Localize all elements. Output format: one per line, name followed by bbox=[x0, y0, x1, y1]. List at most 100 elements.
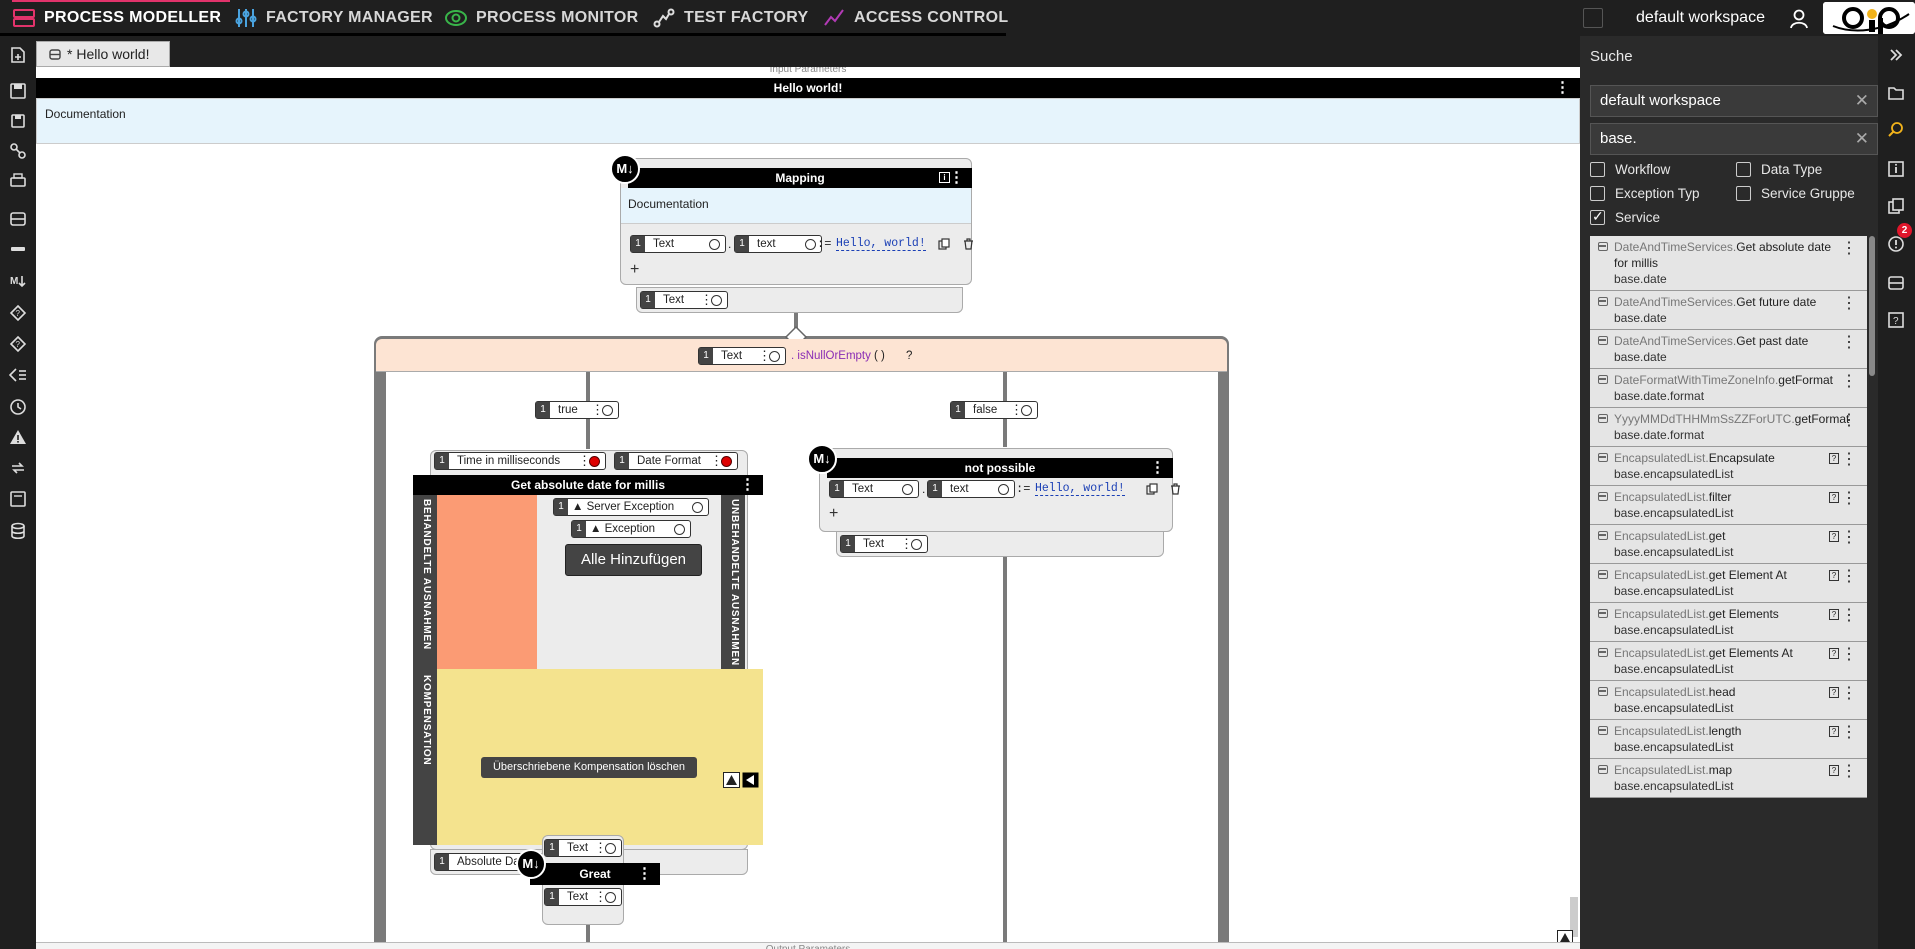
condition-expression[interactable]: . isNullOrEmpty bbox=[791, 350, 871, 362]
result-menu-icon[interactable]: ⋮ bbox=[1841, 647, 1857, 663]
add-assignment-button[interactable]: + bbox=[630, 261, 639, 279]
branch-circle-icon[interactable] bbox=[1021, 404, 1032, 416]
search-result-item[interactable]: EncapsulatedList.map base.encapsulatedLis… bbox=[1590, 759, 1867, 798]
result-menu-icon[interactable]: ⋮ bbox=[1841, 374, 1857, 390]
delete-icon[interactable] bbox=[963, 238, 974, 250]
result-menu-icon[interactable]: ⋮ bbox=[1841, 452, 1857, 468]
search-result-item[interactable]: EncapsulatedList.get base.encapsulatedLis… bbox=[1590, 525, 1867, 564]
search-result-item[interactable]: EncapsulatedList.length base.encapsulated… bbox=[1590, 720, 1867, 759]
var-constant-icon[interactable] bbox=[674, 523, 685, 535]
exception-server[interactable]: 1 ▲ Server Exception bbox=[553, 498, 709, 516]
documentation-icon[interactable]: ? bbox=[1829, 648, 1839, 659]
workspace-name[interactable]: default workspace bbox=[1628, 0, 1773, 36]
tab-process-monitor[interactable]: PROCESS MONITOR bbox=[444, 0, 638, 36]
sidebar-toggle-icon[interactable] bbox=[1583, 8, 1603, 28]
var-menu-icon[interactable]: ⋮ bbox=[594, 890, 607, 904]
exception-icon[interactable] bbox=[7, 426, 29, 448]
checkbox[interactable] bbox=[1736, 186, 1751, 201]
var-constant-icon[interactable] bbox=[769, 350, 780, 362]
filter-exception-type[interactable]: Exception Typ bbox=[1590, 186, 1700, 201]
search-result-item[interactable]: YyyyMMDdTHHMmSsZZForUTC.getFormat base.da… bbox=[1590, 408, 1867, 447]
workflow-canvas[interactable]: Input Parameters Hello world! ⋮ Document… bbox=[36, 67, 1580, 949]
var-constant-icon[interactable] bbox=[709, 238, 720, 250]
collapse-panel-icon[interactable] bbox=[1887, 46, 1907, 66]
user-icon[interactable] bbox=[1788, 8, 1810, 30]
result-menu-icon[interactable]: ⋮ bbox=[1841, 764, 1857, 780]
collapse-icon[interactable] bbox=[742, 772, 759, 788]
add-all-button[interactable]: Alle Hinzufügen bbox=[565, 544, 702, 576]
var-menu-icon[interactable]: ⋮ bbox=[758, 349, 771, 363]
clear-search-icon[interactable]: ✕ bbox=[1855, 124, 1869, 154]
tab-access-control[interactable]: ACCESS CONTROL bbox=[822, 0, 1008, 36]
result-menu-icon[interactable]: ⋮ bbox=[1841, 530, 1857, 546]
result-menu-icon[interactable]: ⋮ bbox=[1841, 335, 1857, 351]
search-result-item[interactable]: EncapsulatedList.head base.encapsulatedLi… bbox=[1590, 681, 1867, 720]
missing-input-icon[interactable] bbox=[721, 455, 732, 467]
service-input-format[interactable]: 1 Date Format ⋮ bbox=[614, 452, 738, 470]
documentation-icon[interactable]: ? bbox=[1829, 609, 1839, 620]
timer-icon[interactable] bbox=[7, 396, 29, 418]
documentation-icon[interactable]: ? bbox=[1829, 765, 1839, 776]
not-possible-value[interactable]: Hello, world! bbox=[1035, 482, 1125, 496]
documentation-icon[interactable]: ? bbox=[1829, 492, 1839, 503]
exception-generic[interactable]: 1 ▲ Exception bbox=[571, 520, 691, 538]
filter-service[interactable]: Service bbox=[1590, 208, 1660, 225]
result-menu-icon[interactable]: ⋮ bbox=[1841, 296, 1857, 312]
new-document-icon[interactable] bbox=[7, 44, 29, 66]
case-choice-icon[interactable] bbox=[7, 364, 29, 386]
var-menu-icon[interactable]: ⋮ bbox=[710, 454, 723, 468]
great-menu-icon[interactable]: ⋮ bbox=[637, 863, 652, 885]
service-list-icon[interactable] bbox=[1887, 274, 1907, 294]
not-possible-menu-icon[interactable]: ⋮ bbox=[1150, 458, 1165, 478]
search-result-item[interactable]: EncapsulatedList.get Elements base.encaps… bbox=[1590, 603, 1867, 642]
tab-process-modeller[interactable]: PROCESS MODELLER bbox=[12, 0, 230, 36]
result-menu-icon[interactable]: ⋮ bbox=[1841, 608, 1857, 624]
clipboard-icon[interactable] bbox=[1887, 197, 1907, 217]
mapping-menu-icon[interactable]: ⋮ bbox=[949, 168, 964, 188]
search-result-item[interactable]: DateAndTimeServices.Get future date base.… bbox=[1590, 291, 1867, 330]
results-scrollbar[interactable] bbox=[1869, 236, 1875, 376]
documentation-icon[interactable]: ? bbox=[1829, 687, 1839, 698]
service-icon[interactable] bbox=[7, 208, 29, 230]
save-as-icon[interactable] bbox=[7, 110, 29, 132]
result-menu-icon[interactable]: ⋮ bbox=[1841, 725, 1857, 741]
mapping-member-variable[interactable]: 1 text bbox=[734, 235, 822, 253]
filter-workflow[interactable]: Workflow bbox=[1590, 162, 1670, 177]
mapping-value[interactable]: Hello, world! bbox=[836, 237, 926, 251]
mapping-icon[interactable]: M bbox=[7, 270, 29, 292]
branch-menu-icon[interactable]: ⋮ bbox=[591, 403, 604, 417]
info-icon[interactable] bbox=[1887, 160, 1907, 180]
delete-compensation-button[interactable]: Überschriebene Kompensation löschen bbox=[481, 757, 697, 778]
retry-icon[interactable] bbox=[7, 457, 29, 479]
deploy-icon[interactable] bbox=[7, 140, 29, 162]
var-constant-icon[interactable] bbox=[998, 483, 1009, 495]
var-constant-icon[interactable] bbox=[911, 538, 922, 550]
mapping-documentation[interactable]: Documentation bbox=[621, 188, 971, 224]
documentation-icon[interactable]: ? bbox=[1829, 570, 1839, 581]
folder-icon[interactable] bbox=[1887, 84, 1907, 104]
filter-data-type[interactable]: Data Type bbox=[1736, 162, 1822, 177]
search-input[interactable]: base. ✕ bbox=[1590, 123, 1878, 155]
handled-exceptions-area[interactable] bbox=[437, 495, 537, 669]
not-possible-left-variable[interactable]: 1 Text bbox=[829, 480, 919, 498]
documentation-icon[interactable]: ? bbox=[1829, 531, 1839, 542]
storage-icon[interactable] bbox=[7, 520, 29, 542]
workspace-field[interactable]: default workspace ✕ bbox=[1590, 85, 1878, 117]
not-possible-member-variable[interactable]: 1 text bbox=[927, 480, 1015, 498]
result-menu-icon[interactable]: ⋮ bbox=[1841, 491, 1857, 507]
template-icon[interactable] bbox=[7, 488, 29, 510]
help-icon[interactable]: ? bbox=[1887, 311, 1907, 331]
search-icon[interactable] bbox=[1887, 121, 1907, 141]
result-menu-icon[interactable]: ⋮ bbox=[1841, 569, 1857, 585]
print-icon[interactable] bbox=[7, 170, 29, 192]
tab-test-factory[interactable]: TEST FACTORY bbox=[652, 0, 809, 36]
save-icon[interactable] bbox=[7, 80, 29, 102]
search-result-item[interactable]: DateAndTimeServices.Get past date base.da… bbox=[1590, 330, 1867, 369]
result-menu-icon[interactable]: ⋮ bbox=[1841, 413, 1857, 429]
variable-icon[interactable] bbox=[7, 238, 29, 260]
mapping-left-variable[interactable]: 1 Text bbox=[630, 235, 726, 253]
filter-service-group[interactable]: Service Gruppe bbox=[1736, 186, 1855, 201]
service-menu-icon[interactable]: ⋮ bbox=[740, 475, 755, 495]
copy-icon[interactable] bbox=[1146, 483, 1158, 495]
add-assignment-button[interactable]: + bbox=[829, 505, 838, 523]
